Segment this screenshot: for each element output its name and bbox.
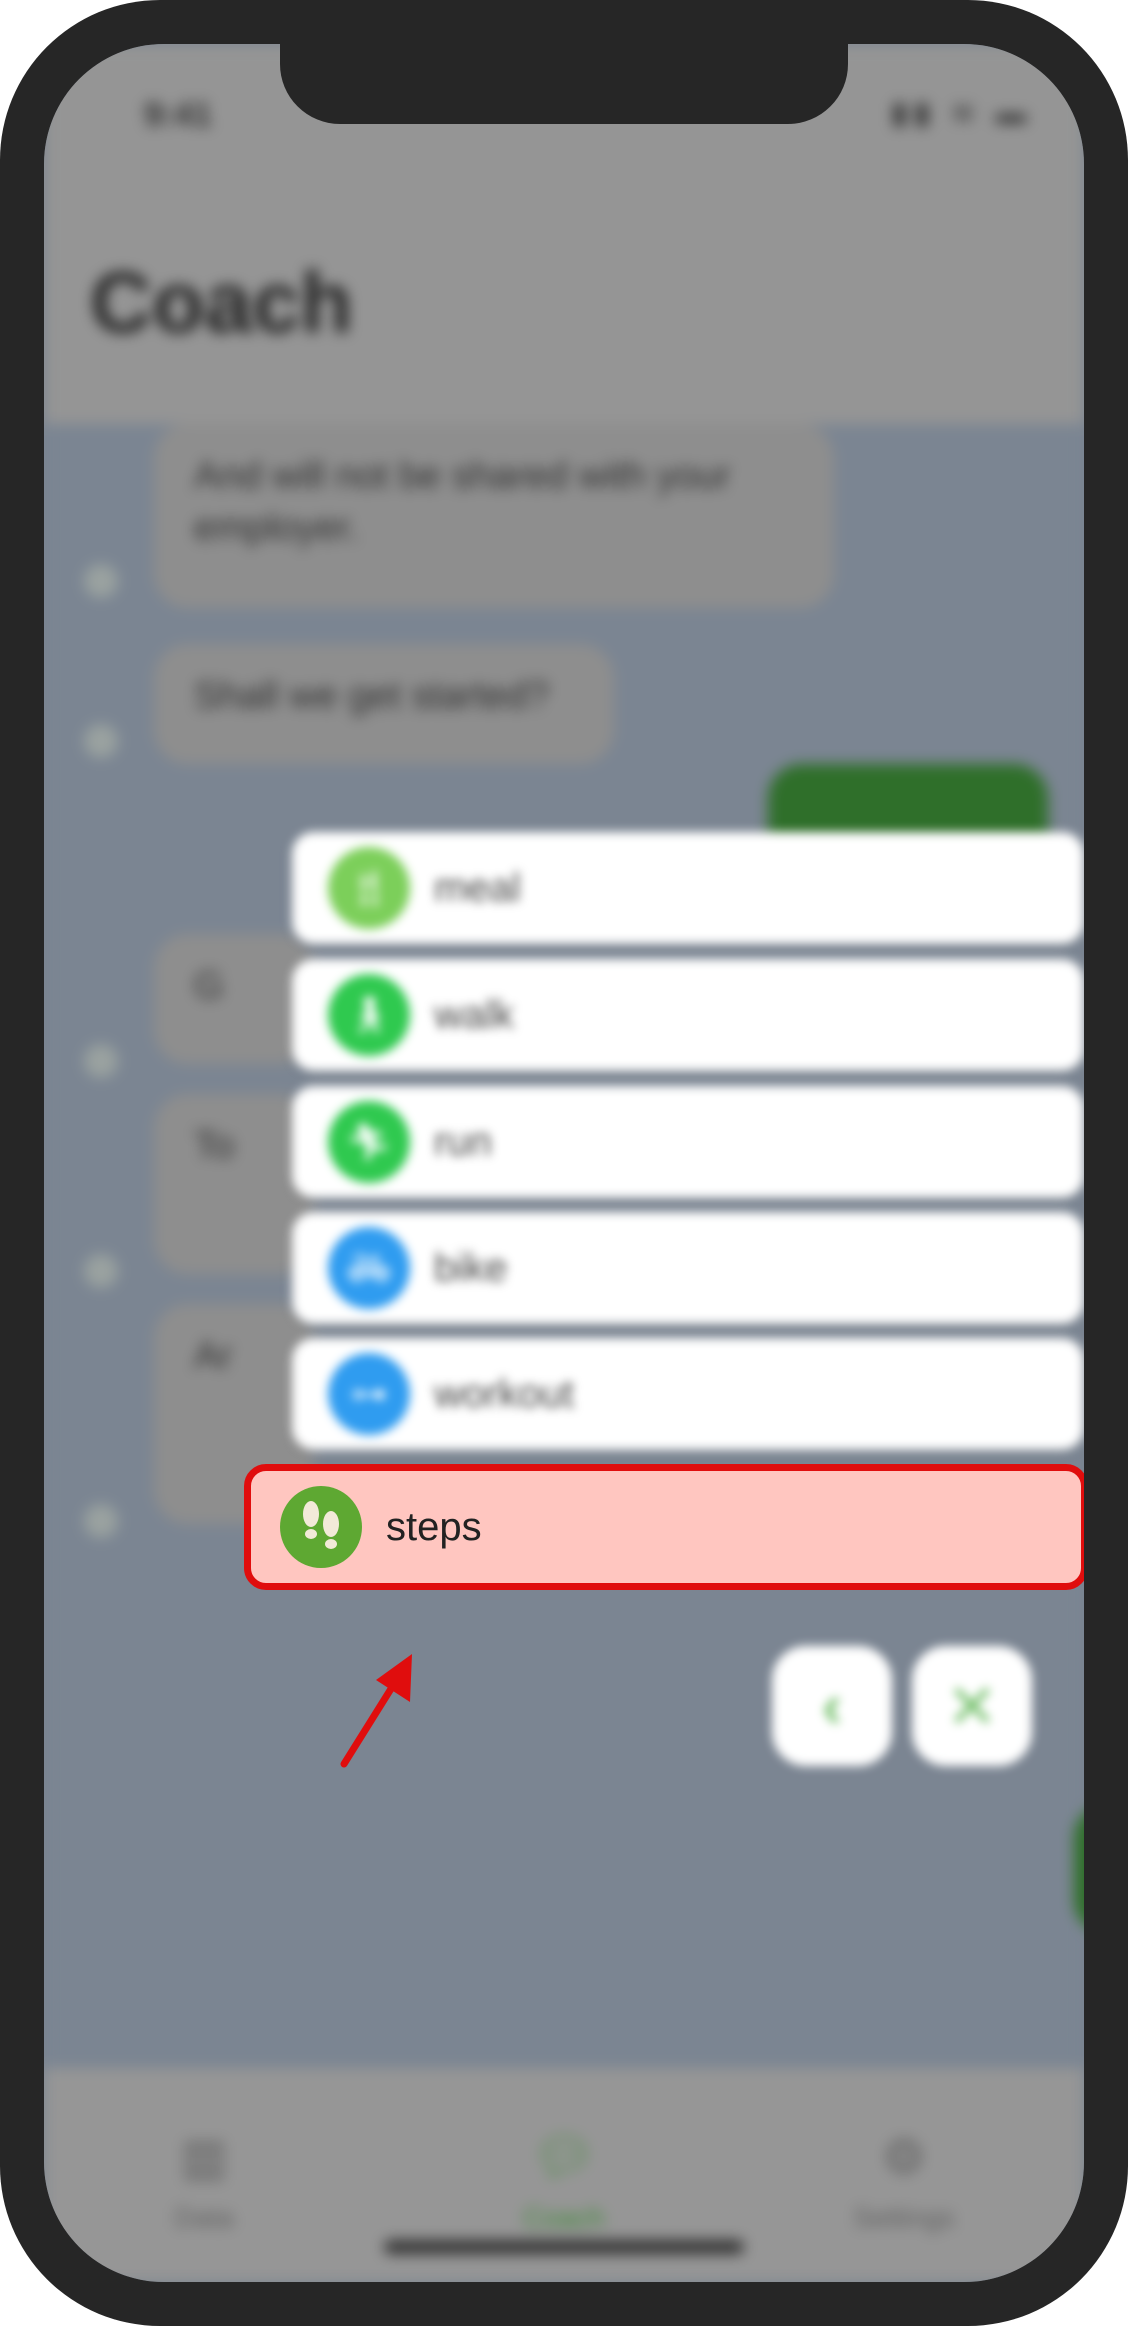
menu-item-label: run [434,1119,492,1164]
home-indicator [384,2240,744,2254]
menu-item-steps[interactable]: steps [244,1464,1084,1590]
menu-item-label: workout [434,1371,575,1416]
chat-bubble-coach: Shall we get started? [154,644,614,764]
coach-avatar [84,1044,118,1078]
menu-item-meal[interactable]: 🍴︎ meal [292,832,1084,944]
screen: 9:41 ▮▮ ≋ ▬ Coach And will not be shared… [44,44,1084,2282]
fork-knife-icon: 🍴︎ [328,847,410,929]
chart-icon: ▥ [180,2129,228,2185]
coach-avatar [84,1504,118,1538]
gear-icon: ⚙ [881,2129,927,2185]
dumbbell-icon: ⊶ [328,1353,410,1435]
pointer-arrow-icon [340,1654,412,1768]
chat-bubble-coach: To [154,1094,314,1274]
chat-bubble-coach: G [154,934,314,1064]
status-time: 9:41 [144,96,213,134]
coach-avatar [84,564,118,598]
tab-data[interactable]: ▥ Data [104,2128,304,2234]
runner-icon: 🏃︎ [328,1101,410,1183]
footprints-icon [280,1486,362,1568]
tab-label: Coach [523,2202,605,2233]
menu-item-label: steps [386,1504,482,1549]
coach-avatar [84,724,118,758]
tab-settings[interactable]: ⚙ Settings [804,2128,1004,2234]
status-icons: ▮▮ ≋ ▬ [891,97,1032,130]
menu-item-bike[interactable]: 🚲︎ bike [292,1212,1084,1324]
notch [280,44,848,124]
menu-item-label: meal [434,865,521,910]
phone-frame: 9:41 ▮▮ ≋ ▬ Coach And will not be shared… [0,0,1128,2326]
close-button[interactable]: ✕ [912,1646,1032,1766]
menu-item-label: walk [434,992,515,1037]
menu-item-walk[interactable]: 🚶︎ walk [292,959,1084,1071]
page-title: Coach [90,255,353,351]
menu-item-workout[interactable]: ⊶ workout [292,1338,1084,1450]
menu-item-run[interactable]: 🏃︎ run [292,1086,1084,1198]
walker-icon: 🚶︎ [328,974,410,1056]
coach-avatar [84,1254,118,1288]
tab-label: Data [174,2202,234,2233]
tab-coach[interactable]: 💬︎ Coach [464,2128,664,2234]
menu-item-label: bike [434,1245,508,1290]
chat-icon: 💬︎ [532,2129,596,2185]
bicycle-icon: 🚲︎ [328,1227,410,1309]
tab-label: Settings [853,2202,955,2233]
chat-bubble-coach: And will not be shared with your employe… [154,424,834,608]
back-button[interactable]: ‹ [772,1646,892,1766]
